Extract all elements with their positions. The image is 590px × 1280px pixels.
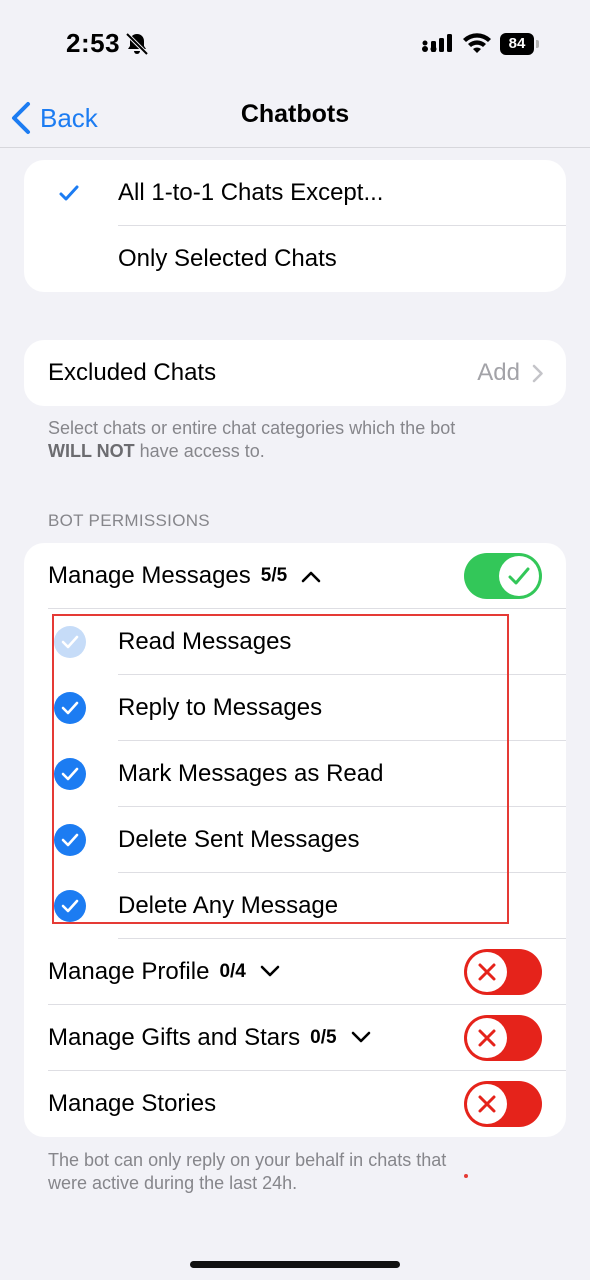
- option-label: All 1-to-1 Chats Except...: [118, 179, 384, 206]
- manage-messages-label: Manage Messages: [48, 562, 251, 589]
- add-action-label: Add: [477, 359, 520, 386]
- check-icon: [508, 567, 530, 585]
- battery-icon: 84: [500, 33, 540, 55]
- checkmark-icon: [59, 185, 79, 201]
- chevron-down-icon: [351, 1031, 370, 1043]
- excluded-chats-card: Excluded Chats Add: [24, 340, 566, 406]
- footer-hint: The bot can only reply on your behalf in…: [48, 1150, 447, 1193]
- excluded-chats-hint: Select chats or entire chat categories w…: [48, 418, 456, 461]
- access-options-card: All 1-to-1 Chats Except... Only Selected…: [24, 160, 566, 292]
- manage-messages-toggle[interactable]: [464, 553, 542, 599]
- manage-stories-toggle[interactable]: [464, 1081, 542, 1127]
- home-indicator[interactable]: [190, 1261, 400, 1268]
- highlight-annotation: [52, 614, 509, 924]
- wifi-icon: [463, 33, 491, 53]
- excluded-chats-label: Excluded Chats: [48, 359, 217, 386]
- manage-gifts-count: 0/5: [310, 1027, 337, 1048]
- manage-stories-row[interactable]: Manage Stories: [24, 1071, 566, 1137]
- x-icon: [478, 1029, 496, 1047]
- status-time: 2:53: [66, 28, 121, 58]
- manage-profile-count: 0/4: [219, 961, 246, 982]
- option-only-selected-chats[interactable]: Only Selected Chats: [24, 226, 566, 292]
- manage-gifts-toggle[interactable]: [464, 1015, 542, 1061]
- manage-messages-count: 5/5: [260, 565, 288, 586]
- x-icon: [478, 1095, 496, 1113]
- status-bar: 2:53 84: [0, 0, 590, 90]
- option-all-chats-except[interactable]: All 1-to-1 Chats Except...: [24, 160, 566, 226]
- manage-stories-label: Manage Stories: [48, 1090, 217, 1117]
- bell-muted-icon: [125, 32, 149, 56]
- x-icon: [478, 963, 496, 981]
- cellular-signal-icon: [422, 34, 452, 52]
- excluded-chats-row[interactable]: Excluded Chats Add: [24, 340, 566, 406]
- manage-messages-row[interactable]: Manage Messages 5/5: [24, 543, 566, 609]
- manage-profile-label: Manage Profile: [48, 958, 210, 985]
- navigation-bar: Back Chatbots: [0, 88, 590, 148]
- battery-level: 84: [500, 33, 534, 55]
- manage-gifts-label: Manage Gifts and Stars: [48, 1024, 301, 1051]
- manage-gifts-row[interactable]: Manage Gifts and Stars 0/5: [24, 1005, 566, 1071]
- annotation-dot: [464, 1174, 468, 1178]
- option-label: Only Selected Chats: [118, 245, 337, 272]
- chevron-right-icon: [532, 364, 543, 383]
- manage-profile-row[interactable]: Manage Profile 0/4: [24, 939, 566, 1005]
- section-header: BOT PERMISSIONS: [48, 511, 210, 530]
- page-title: Chatbots: [240, 100, 350, 128]
- chevron-up-icon: [301, 571, 321, 583]
- manage-profile-toggle[interactable]: [464, 949, 542, 995]
- chevron-down-icon: [260, 965, 280, 977]
